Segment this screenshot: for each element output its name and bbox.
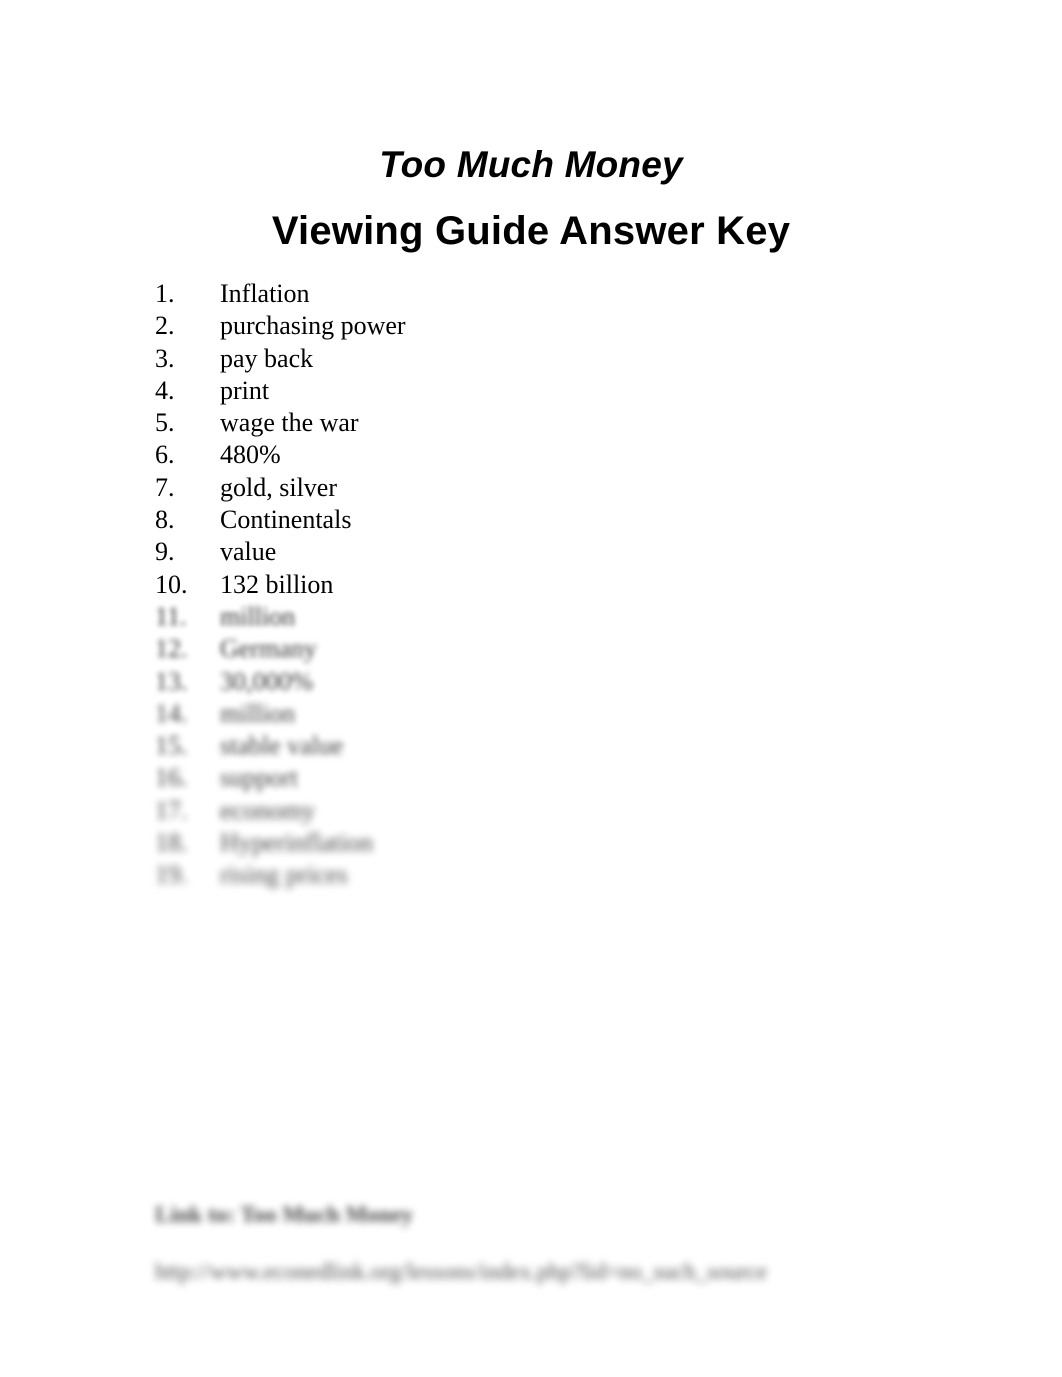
answer-number: 15.: [155, 731, 188, 761]
answer-row: 15. stable value: [155, 730, 895, 762]
answer-row: 18. Hyperinflation: [155, 827, 895, 859]
answer-text: million: [220, 698, 296, 728]
answer-number: 19.: [155, 860, 188, 890]
answer-text: 480%: [220, 440, 281, 470]
page-subtitle: Viewing Guide Answer Key: [271, 209, 791, 253]
answer-row: 9. value: [155, 536, 895, 568]
answer-list: 1. Inflation 2. purchasing power 3. pay back 4…: [155, 278, 895, 892]
answer-number: 4.: [155, 375, 175, 405]
answer-number: 8.: [155, 505, 175, 535]
answer-text: value: [220, 537, 277, 567]
answer-number: 14.: [155, 698, 188, 728]
answer-text: Germany: [220, 634, 317, 664]
answer-text: stable value: [220, 731, 344, 761]
answer-text: rising prices: [220, 860, 348, 890]
footer-source-link[interactable]: http://www.econedlink.org/lessons/index.…: [155, 1257, 767, 1287]
answer-row: 6. 480%: [155, 439, 895, 471]
answer-text: wage the war: [220, 408, 359, 438]
answer-row: 2. purchasing power: [155, 310, 895, 342]
answer-row: 19. rising prices: [155, 859, 895, 891]
answer-number: 9.: [155, 537, 175, 567]
answer-text: 30,000%: [220, 666, 314, 696]
answer-row: 5. wage the war: [155, 407, 895, 439]
answer-number: 3.: [155, 343, 175, 373]
answer-text: print: [220, 375, 270, 405]
document-page: Too Much Money Viewing Guide Answer Key …: [0, 0, 1062, 1377]
answer-text: economy: [220, 795, 316, 825]
answer-number: 17.: [155, 795, 188, 825]
answer-text: Inflation: [220, 279, 310, 308]
answer-row: 1. Inflation: [155, 278, 895, 310]
answer-row: 13. 30,000%: [155, 666, 895, 698]
answer-row: 12. Germany: [155, 633, 895, 665]
answer-number: 2.: [155, 311, 175, 341]
answer-number: 12.: [155, 634, 188, 664]
footer-credit: Link to: Too Much Money: [155, 1202, 414, 1227]
answer-row: 17. economy: [155, 795, 895, 827]
answer-row: 16. support: [155, 762, 895, 794]
answer-text: purchasing power: [220, 311, 406, 341]
answer-text: pay back: [220, 343, 314, 373]
answer-text: Hyperinflation: [220, 828, 374, 858]
answer-number: 6.: [155, 440, 175, 470]
answer-number: 5.: [155, 408, 175, 438]
answer-number: 10.: [155, 569, 188, 599]
answer-text: support: [220, 763, 298, 793]
answer-number: 1.: [155, 279, 175, 308]
answer-number: 18.: [155, 828, 188, 858]
answer-row: 7. gold, silver: [155, 472, 895, 504]
answer-row: 8. Continentals: [155, 504, 895, 536]
answer-number: 16.: [155, 763, 188, 793]
answer-text: 132 billion: [220, 569, 334, 599]
answer-text: gold, silver: [220, 472, 337, 502]
answer-row: 10. 132 billion: [155, 569, 895, 601]
answer-number: 11.: [155, 601, 187, 631]
answer-text: Continentals: [220, 505, 352, 535]
answer-number: 13.: [155, 666, 188, 696]
page-title: Too Much Money: [379, 144, 683, 185]
answer-row: 3. pay back: [155, 343, 895, 375]
answer-number: 7.: [155, 472, 175, 502]
answer-row: 14. million: [155, 698, 895, 730]
answer-row: 11. million: [155, 601, 895, 633]
answer-row: 4. print: [155, 375, 895, 407]
answer-text: million: [220, 601, 296, 631]
